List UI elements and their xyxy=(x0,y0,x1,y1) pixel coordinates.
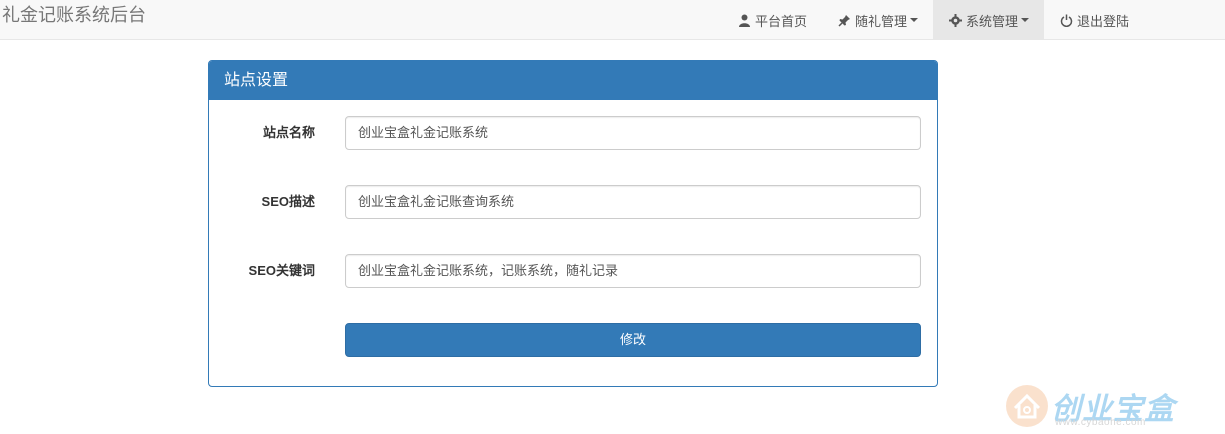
nav-item-system-management[interactable]: 系统管理 xyxy=(933,0,1045,40)
submit-button[interactable]: 修改 xyxy=(345,323,921,357)
nav-item-gift-management[interactable]: 随礼管理 xyxy=(822,0,933,40)
house-logo-icon xyxy=(1006,385,1048,427)
form-row-site-name: 站点名称 创业宝盒礼金记账系统 xyxy=(209,116,937,150)
app-brand[interactable]: 礼金记账系统后台 xyxy=(2,3,146,27)
form-row-submit: 修改 xyxy=(209,323,937,357)
user-icon xyxy=(737,13,751,27)
watermark-logo: 创业宝盒 www.cybaohe.com xyxy=(1005,384,1205,430)
site-name-label: 站点名称 xyxy=(262,125,315,140)
main-nav: 平台首页 随礼管理 系统管理 退出登陆 xyxy=(722,0,1144,40)
chevron-down-icon xyxy=(910,18,919,22)
top-navbar: 礼金记账系统后台 平台首页 随礼管理 系统管理 退出登陆 xyxy=(0,0,1225,40)
form-row-seo-description: SEO描述 创业宝盒礼金记账查询系统 xyxy=(209,185,937,219)
nav-item-label: 退出登陆 xyxy=(1077,13,1130,29)
nav-item-logout[interactable]: 退出登陆 xyxy=(1044,0,1144,40)
seo-description-input[interactable]: 创业宝盒礼金记账查询系统 xyxy=(345,185,921,219)
pushpin-icon xyxy=(837,13,851,27)
seo-keywords-input[interactable]: 创业宝盒礼金记账系统，记账系统，随礼记录 xyxy=(345,254,921,288)
power-icon xyxy=(1059,13,1073,27)
watermark-url: www.cybaohe.com xyxy=(1055,417,1146,428)
nav-item-label: 系统管理 xyxy=(966,13,1019,29)
form-row-seo-keywords: SEO关键词 创业宝盒礼金记账系统，记账系统，随礼记录 xyxy=(209,254,937,288)
nav-item-label: 平台首页 xyxy=(755,13,808,29)
nav-item-label: 随礼管理 xyxy=(855,13,908,29)
panel-title: 站点设置 xyxy=(209,61,937,100)
site-settings-panel: 站点设置 站点名称 创业宝盒礼金记账系统 SEO描述 创业宝盒礼金记账查询系统 … xyxy=(208,60,938,387)
cog-icon xyxy=(948,13,962,27)
nav-item-home[interactable]: 平台首页 xyxy=(722,0,822,40)
site-name-input[interactable]: 创业宝盒礼金记账系统 xyxy=(345,116,921,150)
chevron-down-icon xyxy=(1021,18,1030,22)
seo-description-label: SEO描述 xyxy=(261,194,315,209)
seo-keywords-label: SEO关键词 xyxy=(248,263,315,278)
